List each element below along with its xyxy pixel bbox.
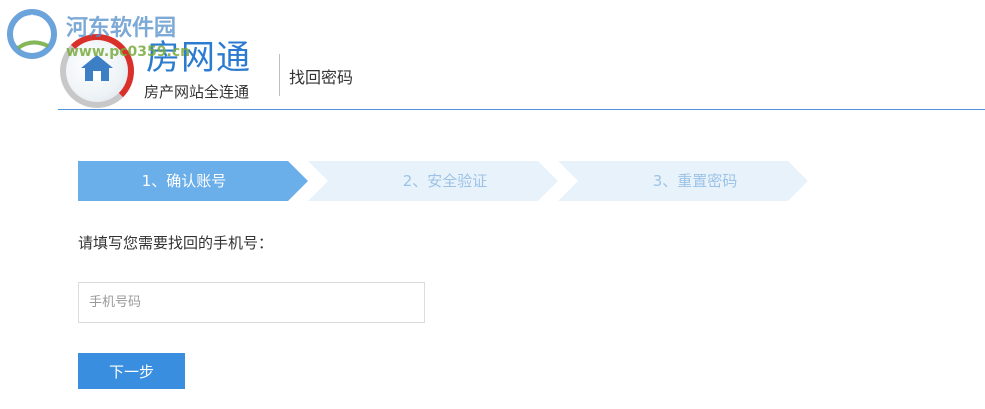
phone-prompt: 请填写您需要找回的手机号： [78,234,274,252]
next-step-button[interactable]: 下一步 [78,353,185,389]
logo-tagline: 房产网站全连通 [144,83,250,101]
step-label: 2、安全验证 [402,172,488,190]
header: 房网通 房产网站全连通 河东软件园 www.pc0359.cn 找回密码 [0,0,985,112]
progress-steps: 1、确认账号 2、安全验证 3、重置密码 [78,161,818,201]
header-underline [58,109,985,110]
step-label: 1、确认账号 [141,172,227,190]
forgot-password-page: 房网通 房产网站全连通 河东软件园 www.pc0359.cn 找回密码 1、确… [0,0,985,409]
step-reset-password: 3、重置密码 [558,161,808,201]
page-title: 找回密码 [289,68,354,87]
header-divider [279,54,280,96]
phone-number-input[interactable] [78,282,425,323]
step-security-verification: 2、安全验证 [308,161,558,201]
watermark-title: 河东软件园 [66,15,177,41]
step-label: 3、重置密码 [652,172,738,190]
step-confirm-account: 1、确认账号 [78,161,308,201]
watermark-url: www.pc0359.cn [66,44,191,60]
watermark-logo-icon [7,9,57,59]
watermark: 河东软件园 www.pc0359.cn [0,0,260,70]
